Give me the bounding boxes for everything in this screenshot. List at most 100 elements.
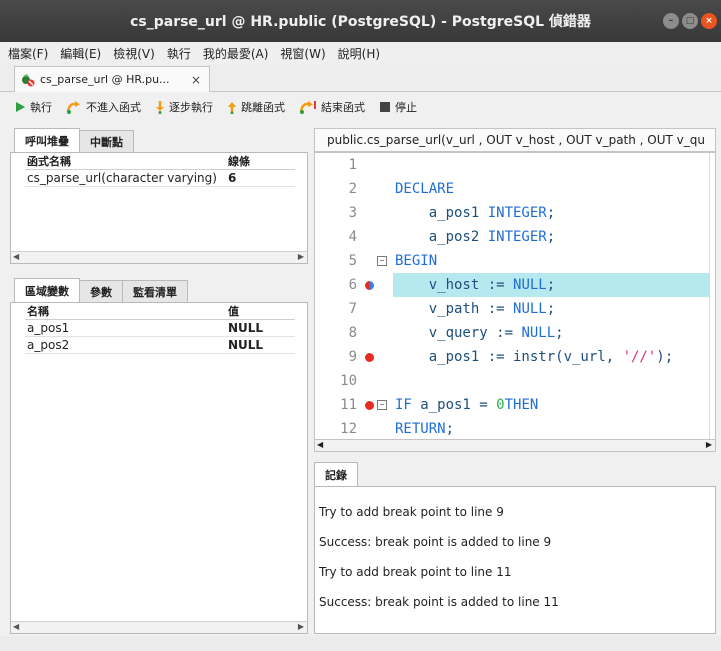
line-number: 5 [348, 253, 357, 269]
menu-help[interactable]: 說明(H) [338, 45, 380, 62]
horizontal-scrollbar[interactable]: ◀ ▶ [11, 251, 307, 263]
callstack-grid: 函式名稱 線條 cs_parse_url(character varying) … [25, 153, 295, 187]
scroll-left-icon[interactable]: ◀ [13, 252, 19, 261]
menu-file[interactable]: 檔案(F) [8, 45, 48, 62]
run-button[interactable]: 執行 [14, 99, 52, 115]
menu-edit[interactable]: 編輯(E) [60, 45, 101, 62]
code-text: a_pos2 INTEGER; [395, 229, 556, 245]
document-tab[interactable]: cs_parse_url @ HR.pu... × [14, 66, 210, 92]
menu-window[interactable]: 視窗(W) [280, 45, 325, 62]
variables-pane: 名稱 值 a_pos1 NULL a_pos2 NULL ◀ ▶ [10, 302, 308, 634]
step-into-button[interactable]: 逐步執行 [155, 99, 213, 115]
scroll-right-icon[interactable]: ▶ [706, 440, 712, 449]
variable-name-cell: a_pos2 [27, 338, 70, 352]
menu-favorites[interactable]: 我的最愛(A) [203, 45, 269, 62]
step-over-button[interactable]: 不進入函式 [66, 99, 141, 115]
code-line[interactable]: 5 − BEGIN [315, 249, 715, 273]
code-text: v_path := NULL; [395, 301, 556, 317]
breakpoint-marker[interactable] [363, 393, 375, 417]
code-line[interactable]: 10 [315, 369, 715, 393]
table-row[interactable]: a_pos1 NULL [25, 320, 295, 337]
menu-execute[interactable]: 執行 [167, 45, 191, 62]
window-controls: – □ × [663, 13, 717, 29]
code-line[interactable]: 7 v_path := NULL; [315, 297, 715, 321]
function-name-cell: cs_parse_url(character varying) [27, 171, 217, 185]
log-line: Success: break point is added to line 11 [319, 595, 559, 609]
code-line[interactable]: 8 v_query := NULL; [315, 321, 715, 345]
close-tab-icon[interactable]: × [191, 73, 201, 87]
breakpoint-current-icon [364, 280, 374, 290]
column-function-name[interactable]: 函式名稱 [25, 153, 228, 169]
finish-function-button[interactable]: 結束函式 [299, 99, 365, 115]
menu-view[interactable]: 檢視(V) [113, 45, 155, 62]
tab-watch-list[interactable]: 監看清單 [122, 280, 188, 302]
editor-horizontal-scrollbar[interactable]: ◀ ▶ [314, 440, 716, 452]
fold-minus-icon[interactable]: − [377, 256, 387, 266]
tab-local-variables[interactable]: 區域變數 [14, 278, 80, 302]
code-line-current[interactable]: 6 v_host := NULL; [315, 273, 715, 297]
breakpoint-icon [364, 352, 374, 362]
variables-header-row: 名稱 值 [25, 303, 295, 320]
status-bar [0, 636, 721, 651]
step-into-label: 逐步執行 [169, 101, 213, 114]
line-number: 8 [348, 325, 357, 341]
step-out-button[interactable]: 跳離函式 [227, 99, 285, 115]
column-line[interactable]: 線條 [228, 153, 250, 169]
minimize-button[interactable]: – [663, 13, 679, 29]
stop-button[interactable]: 停止 [379, 99, 417, 115]
scroll-left-icon[interactable]: ◀ [13, 622, 19, 631]
document-tab-bar: cs_parse_url @ HR.pu... × [0, 64, 721, 92]
step-out-icon [228, 102, 236, 114]
editor-tab[interactable]: public.cs_parse_url(v_url , OUT v_host ,… [314, 128, 716, 152]
code-text: DECLARE [395, 181, 455, 197]
stop-icon [380, 102, 390, 112]
scroll-right-icon[interactable]: ▶ [298, 622, 304, 631]
column-value[interactable]: 值 [228, 303, 239, 319]
line-number: 4 [348, 229, 357, 245]
code-line[interactable]: 3 a_pos1 INTEGER; [315, 201, 715, 225]
log-line: Try to add break point to line 9 [319, 505, 504, 519]
code-line[interactable]: 11 − IF a_pos1 = 0 THEN [315, 393, 715, 417]
log-pane: Try to add break point to line 9 Success… [314, 486, 716, 634]
tab-parameters[interactable]: 參數 [79, 280, 123, 302]
code-line[interactable]: 1 [315, 153, 715, 177]
code-text: v_host := NULL; [393, 273, 715, 297]
line-number: 10 [340, 373, 357, 389]
scroll-left-icon[interactable]: ◀ [317, 440, 323, 449]
maximize-button[interactable]: □ [682, 13, 698, 29]
horizontal-scrollbar[interactable]: ◀ ▶ [11, 621, 307, 633]
line-number: 12 [340, 421, 357, 437]
debug-toolbar: 執行 不進入函式 逐步執行 跳離函式 結束函式 停止 [0, 94, 721, 120]
variables-tabs: 區域變數 參數 監看清單 [14, 278, 188, 302]
code-line[interactable]: 4 a_pos2 INTEGER; [315, 225, 715, 249]
table-row[interactable]: cs_parse_url(character varying) 6 [25, 170, 295, 187]
line-number: 7 [348, 301, 357, 317]
tab-breakpoints[interactable]: 中斷點 [79, 130, 134, 152]
debugger-icon [22, 73, 35, 86]
fold-minus-icon[interactable]: − [377, 400, 387, 410]
step-out-label: 跳離函式 [241, 101, 285, 114]
step-over-icon [66, 101, 80, 114]
close-button[interactable]: × [701, 13, 717, 29]
code-line[interactable]: 12 RETURN; [315, 417, 715, 439]
code-line[interactable]: 2 DECLARE [315, 177, 715, 201]
code-text: a_pos1 := instr(v_url, '//'); [395, 349, 674, 365]
current-line-marker[interactable] [363, 273, 375, 297]
editor-tab-title: public.cs_parse_url(v_url , OUT v_host ,… [327, 133, 705, 147]
code-text: BEGIN [395, 253, 438, 269]
editor-vertical-scrollbar[interactable] [709, 153, 715, 439]
code-line[interactable]: 9 a_pos1 := instr(v_url, '//'); [315, 345, 715, 369]
title-bar: cs_parse_url @ HR.public (PostgreSQL) - … [0, 0, 721, 42]
callstack-tabs: 呼叫堆疊 中斷點 [14, 128, 134, 152]
scroll-right-icon[interactable]: ▶ [298, 252, 304, 261]
code-text: IF a_pos1 = 0 THEN [395, 397, 539, 413]
code-editor[interactable]: 1 2 DECLARE 3 a_pos1 INTEGER; 4 a_pos2 I… [314, 152, 716, 440]
run-label: 執行 [30, 101, 52, 114]
table-row[interactable]: a_pos2 NULL [25, 337, 295, 354]
tab-log[interactable]: 記錄 [314, 462, 358, 486]
breakpoint-marker[interactable] [363, 345, 375, 369]
tab-callstack[interactable]: 呼叫堆疊 [14, 128, 80, 152]
breakpoint-icon [364, 400, 374, 410]
code-text: RETURN; [395, 421, 455, 437]
column-name[interactable]: 名稱 [25, 303, 228, 319]
